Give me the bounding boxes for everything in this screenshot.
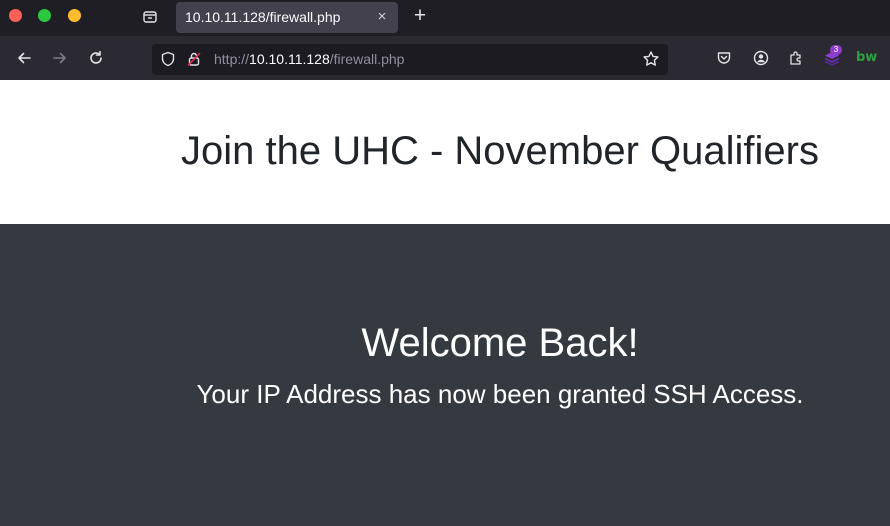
window-close-button[interactable] [9, 9, 22, 22]
url-scheme: http:// [214, 51, 250, 67]
page-main: Welcome Back! Your IP Address has now be… [0, 224, 890, 526]
back-arrow-icon[interactable] [13, 47, 35, 69]
tab-close-icon[interactable]: × [375, 9, 389, 25]
new-tab-button[interactable]: + [410, 5, 430, 27]
tracking-protection-shield-icon[interactable] [160, 51, 176, 72]
browser-navbar: http://10.10.11.128/firewall.php [0, 36, 890, 80]
address-bar[interactable]: http://10.10.11.128/firewall.php [152, 44, 668, 75]
extension-badge: 3 [830, 45, 842, 55]
url-path: /firewall.php [329, 51, 405, 67]
url-text[interactable]: http://10.10.11.128/firewall.php [214, 51, 404, 67]
page-title: Join the UHC - November Qualifiers [181, 129, 819, 173]
tab-firewall[interactable]: 10.10.11.128/firewall.php × [176, 2, 398, 33]
browser-titlebar: 10.10.11.128/firewall.php × + [0, 0, 890, 36]
access-message: Your IP Address has now been granted SSH… [196, 379, 804, 409]
tab-overview-icon[interactable] [140, 7, 160, 27]
extensions-puzzle-icon[interactable] [785, 47, 807, 69]
url-host: 10.10.11.128 [249, 51, 330, 67]
bookmark-star-icon[interactable] [642, 50, 660, 73]
insecure-lock-icon[interactable] [186, 51, 202, 72]
welcome-heading: Welcome Back! [361, 321, 639, 365]
tab-title: 10.10.11.128/firewall.php [185, 9, 341, 25]
window-minimize-button[interactable] [38, 9, 51, 22]
bitwarden-icon[interactable]: bw [856, 48, 880, 68]
window-maximize-button[interactable] [68, 9, 81, 22]
account-icon[interactable] [750, 47, 772, 69]
page-content: Join the UHC - November Qualifiers Welco… [0, 80, 890, 526]
pocket-icon[interactable] [713, 47, 735, 69]
forward-arrow-icon[interactable] [49, 47, 71, 69]
page-header: Join the UHC - November Qualifiers [0, 80, 890, 224]
reload-icon[interactable] [85, 47, 107, 69]
